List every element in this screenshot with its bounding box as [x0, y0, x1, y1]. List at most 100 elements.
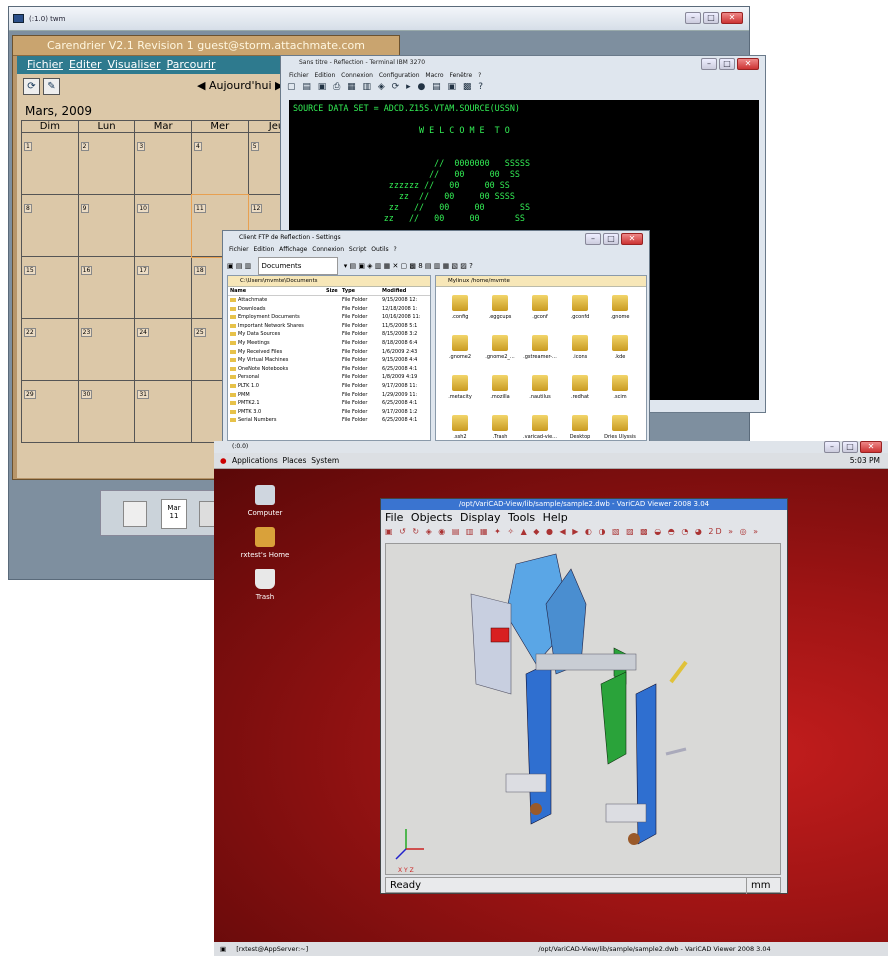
calendar-day[interactable]: 29	[21, 380, 79, 443]
remote-folder-item[interactable]: .ssh2	[440, 411, 480, 440]
reflection-menubar[interactable]: Fichier Edition Connexion Configuration …	[281, 70, 765, 81]
remote-folder-item[interactable]: .icons	[560, 331, 600, 371]
varicad-titlebar[interactable]: /opt/VariCAD-View/lib/sample/sample2.dwb…	[381, 499, 787, 510]
calendar-day[interactable]: 4	[191, 132, 249, 195]
calendar-titlebar[interactable]: Carendrier V2.1 Revision 1 guest@storm.a…	[13, 36, 399, 56]
calendar-day[interactable]: 30	[77, 380, 136, 443]
today-navigator[interactable]: ◀ Aujourd'hui ▶	[197, 79, 284, 95]
calendar-icon[interactable]: Mar 11	[161, 499, 187, 529]
location-select[interactable]: Documents	[257, 257, 338, 275]
places-menu[interactable]: Places	[283, 456, 307, 465]
show-desktop-icon[interactable]: ▣	[220, 945, 226, 953]
toolbar-icons[interactable]: ▣ ▤ ▥	[227, 262, 251, 270]
remote-folder-item[interactable]: .gstreamer-...	[520, 331, 560, 371]
refresh-icon[interactable]: ⟳	[23, 78, 40, 95]
remote-folder-item[interactable]: .gnome2	[440, 331, 480, 371]
reflection-titlebar[interactable]: Sans titre - Reflection - Terminal IBM 3…	[281, 56, 765, 70]
taskbar-terminal[interactable]: [rxtest@AppServer:~]	[236, 942, 356, 956]
file-row[interactable]: Attachmate File Folder 9/15/2008 12:	[228, 296, 430, 305]
remote-folder-item[interactable]: .Trash	[480, 411, 520, 440]
calendar-day[interactable]: 3	[134, 132, 193, 195]
minimize-button[interactable]: –	[585, 233, 601, 245]
file-row[interactable]: Employment Documents File Folder 10/16/200…	[228, 313, 430, 322]
menu-visualiser[interactable]: Visualiser	[108, 58, 161, 71]
twm-titlebar[interactable]: (:1.0) twm – □ ✕	[9, 7, 749, 31]
calendar-day[interactable]: 16	[77, 256, 136, 319]
calendar-day[interactable]: 31	[134, 380, 193, 443]
minimize-button[interactable]: –	[824, 441, 840, 453]
edit-icon[interactable]: ✎	[43, 78, 60, 95]
remote-folder-item[interactable]: .config	[440, 291, 480, 331]
file-row[interactable]: My Data Sources File Folder 8/15/2008 3:2	[228, 330, 430, 339]
minimize-button[interactable]: –	[685, 12, 701, 24]
menu-display[interactable]: Display	[460, 511, 501, 524]
menu-file[interactable]: File	[385, 511, 403, 524]
close-button[interactable]: ✕	[721, 12, 743, 24]
varicad-toolbar[interactable]: ▣ ↺ ↻ ◈ ◉ ▤ ▥ ▦ ✦ ✧ ▲ ◆ ● ◀ ▶ ◐ ◑ ▧ ▨ ▩ …	[385, 527, 785, 541]
file-row[interactable]: Personal File Folder 1/8/2009 4:19	[228, 373, 430, 382]
column-header[interactable]: Type	[342, 287, 382, 295]
remote-folder-item[interactable]: .nautilus	[520, 371, 560, 411]
menu-help[interactable]: Help	[543, 511, 568, 524]
file-row[interactable]: PMM File Folder 1/29/2009 11:	[228, 391, 430, 400]
remote-folder-item[interactable]: .metacity	[440, 371, 480, 411]
calendar-day[interactable]: 15	[21, 256, 79, 319]
remote-folder-item[interactable]: .gconf	[520, 291, 560, 331]
remote-folder-item[interactable]: .varicad-vie...	[520, 411, 560, 440]
close-button[interactable]: ✕	[621, 233, 643, 245]
computer-icon[interactable]: Computer	[230, 485, 300, 517]
reflection-toolbar[interactable]: ▢ ▤ ▣ ⎙ ▦ ▥ ◈ ⟳ ▸ ● ▤ ▣ ▩ ?	[287, 82, 757, 98]
calendar-day[interactable]: 8	[21, 194, 79, 257]
calendar-day[interactable]: 22	[21, 318, 79, 381]
calendar-day[interactable]: 1	[21, 132, 79, 195]
clock[interactable]: 5:03 PM	[850, 453, 880, 469]
minimize-button[interactable]: –	[701, 58, 717, 70]
remote-folder-item[interactable]: .scim	[600, 371, 640, 411]
menu-editer[interactable]: Editer	[69, 58, 102, 71]
taskbar-varicad[interactable]: /opt/VariCAD-View/lib/sample/sample2.dwb…	[538, 942, 770, 956]
remote-folder-item[interactable]: Dries Ulyssis	[600, 411, 640, 440]
calendar-day[interactable]: 17	[134, 256, 193, 319]
system-menu[interactable]: System	[311, 456, 339, 465]
calendar-day[interactable]: 23	[77, 318, 136, 381]
menu-tools[interactable]: Tools	[508, 511, 535, 524]
column-header[interactable]: Modified	[382, 287, 430, 295]
file-row[interactable]: My Meetings File Folder 8/18/2008 6:4	[228, 339, 430, 348]
remote-folder-item[interactable]: Desktop	[560, 411, 600, 440]
close-button[interactable]: ✕	[737, 58, 759, 70]
file-row[interactable]: OneNote Notebooks File Folder 6/25/2008 4:…	[228, 365, 430, 374]
remote-folder-item[interactable]: .mozilla	[480, 371, 520, 411]
clock-icon[interactable]	[123, 501, 147, 527]
column-header[interactable]: Name	[228, 287, 326, 295]
calendar-day[interactable]: 9	[77, 194, 136, 257]
remote-folder-item[interactable]: .redhat	[560, 371, 600, 411]
file-row[interactable]: Important Network Shares File Folder 11/5/…	[228, 322, 430, 331]
calendar-day[interactable]: 2	[77, 132, 136, 195]
home-folder-icon[interactable]: rxtest's Home	[230, 527, 300, 559]
remote-folder-item[interactable]: .gconfd	[560, 291, 600, 331]
applications-menu[interactable]: Applications	[232, 456, 278, 465]
menu-objects[interactable]: Objects	[411, 511, 453, 524]
file-row[interactable]: Serial Numbers File Folder 6/25/2008 4:1	[228, 416, 430, 425]
3d-viewport[interactable]: X Y Z	[385, 543, 781, 875]
file-row[interactable]: Downloads File Folder 12/18/2008 1:	[228, 305, 430, 314]
file-row[interactable]: My Received Files File Folder 1/6/2009 2:4…	[228, 348, 430, 357]
ftp-menubar[interactable]: Fichier Edition Affichage Connexion Scri…	[223, 245, 649, 255]
maximize-button[interactable]: □	[703, 12, 719, 24]
remote-folder-item[interactable]: .eggcups	[480, 291, 520, 331]
calendar-day[interactable]: 24	[134, 318, 193, 381]
maximize-button[interactable]: □	[842, 441, 858, 453]
close-button[interactable]: ✕	[860, 441, 882, 453]
file-row[interactable]: My Virtual Machines File Folder 9/15/2008 …	[228, 356, 430, 365]
file-row[interactable]: PMTK2.1 File Folder 6/25/2008 4:1	[228, 399, 430, 408]
remote-folder-item[interactable]: .gnome2_...	[480, 331, 520, 371]
column-header[interactable]: Size	[326, 287, 342, 295]
vnc-titlebar[interactable]: (:0.0)	[214, 441, 888, 453]
menu-fichier[interactable]: Fichier	[27, 58, 63, 71]
calendar-day[interactable]: 10	[134, 194, 193, 257]
menu-parcourir[interactable]: Parcourir	[166, 58, 215, 71]
file-row[interactable]: PMTK 3.0 File Folder 9/17/2008 1:2	[228, 408, 430, 417]
toolbar-icons[interactable]: ▾ ▤ ▣ ◈ ▥ ▦ ✕ ▢ ▩ 8 ▤ ▥ ▦ ▧ ▨ ?	[344, 262, 473, 270]
remote-folder-item[interactable]: .gnome	[600, 291, 640, 331]
remote-folder-item[interactable]: .kde	[600, 331, 640, 371]
